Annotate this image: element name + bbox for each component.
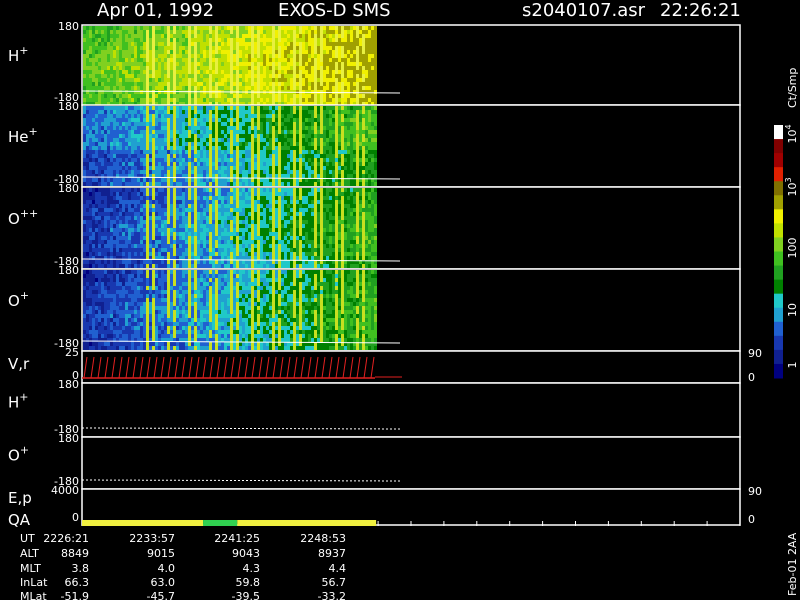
panel-label-secondary: QA [8,511,31,529]
table-row-label: InLat [20,576,48,589]
r-tick-max: 90 [748,485,762,498]
qa-segment [237,520,377,526]
panel-label: O++ [8,207,38,228]
header-instrument: EXOS-D SMS [278,0,391,21]
table-cell: -51.9 [61,590,89,600]
colorbar-unit: Ct/Smp [786,68,799,108]
panel-frame [81,436,741,490]
colorbar-tick: 100 [786,238,799,259]
colorbar-swatch [774,321,783,337]
table-cell: 2226:21 [43,532,89,545]
header-time: 22:26:21 [660,0,741,21]
y-tick-max: 180 [58,182,79,195]
colorbar-swatch [774,349,783,365]
colorbar-tick: 103 [784,177,799,196]
table-cell: 3.8 [72,562,90,575]
y-tick-max: 180 [58,100,79,113]
panel-oplus2: 180-180O+ [8,432,741,490]
panel-oplusplus: 180-180O++ [8,182,741,270]
colorbar: 1 10 100 103 104 [774,124,799,379]
colorbar-tick: 104 [784,124,799,143]
colorbar-swatch [774,223,783,238]
colorbar-swatch [774,363,783,379]
spectrogram [83,26,377,106]
y-tick-min: 0 [72,511,79,524]
header-file: s2040107.asr [522,0,646,21]
orbit-table: UT ALT MLTInLatMLat 2226:21 8849 3.866.3-51.9… [20,532,346,600]
r-tick-max: 90 [748,347,762,360]
colorbar-swatch [774,181,783,196]
panel-vr: 250900V,r [8,346,762,384]
panel-label: H+ [8,390,29,411]
table-cell: 9043 [232,547,260,560]
panel-label: E,p [8,489,32,507]
table-cell: 2233:57 [129,532,175,545]
table-row-label: MLat [20,590,47,600]
table-cell: 56.7 [322,576,347,589]
colorbar-swatch [774,125,783,140]
table-cell: 4.0 [158,562,176,575]
table-cell: 4.3 [243,562,261,575]
y-tick-max: 180 [58,264,79,277]
exos-d-sms-figure: Apr 01, 1992 EXOS-D SMS s2040107.asr 22:… [8,0,799,600]
panel-frame [81,488,741,526]
table-row-label: MLT [20,562,41,575]
table-row-label: ALT [20,547,39,560]
table-cell: 59.8 [236,576,261,589]
y-tick-max: 4000 [51,484,79,497]
table-cell: 4.4 [329,562,347,575]
y-tick-max: 25 [65,346,79,359]
colorbar-swatch [774,279,783,295]
qa-bar [82,520,377,526]
r-tick-min: 0 [748,513,755,526]
colorbar-swatch [774,139,783,154]
panel-label: O+ [8,289,29,310]
panel-label: H+ [8,44,29,65]
header-date: Apr 01, 1992 [97,0,214,21]
colorbar-swatch [774,307,783,323]
table-cell: 8937 [318,547,346,560]
y-tick-max: 180 [58,432,79,445]
panel-heplus: 180-180He+ [8,100,741,188]
colorbar-swatch [774,335,783,351]
panel-label: He+ [8,125,38,146]
table-cell: 63.0 [151,576,176,589]
y-tick-max: 180 [58,378,79,391]
colorbar-swatch [774,293,783,309]
panel-stack: 180-180H+180-180He+180-180O++180-180O+25… [8,20,762,529]
panel-hplus2: 180-180H+ [8,378,741,438]
colorbar-tick: 10 [786,303,799,317]
panel-frame [81,382,741,438]
table-cell: -39.5 [232,590,260,600]
panel-oplus: 180-180O+ [8,264,741,352]
panel-label: V,r [8,355,30,373]
table-cell: 8849 [61,547,89,560]
r-tick-min: 0 [748,371,755,384]
colorbar-swatch [774,167,783,182]
footer-vertical-label: Feb-01 2AA [786,532,799,596]
table-cell: 2241:25 [214,532,260,545]
colorbar-swatch [774,153,783,168]
table-cell: 2248:53 [300,532,346,545]
table-cell: -45.7 [147,590,175,600]
qa-segment [82,520,204,526]
table-cell: -33.2 [318,590,346,600]
colorbar-swatch [774,209,783,224]
table-cell: 9015 [147,547,175,560]
spectrogram [83,270,377,350]
colorbar-tick: 1 [786,362,799,369]
spectrogram [83,106,377,186]
y-tick-max: 180 [58,20,79,33]
colorbar-swatch [774,237,783,252]
colorbar-swatch [774,195,783,210]
spectrogram [83,188,377,268]
panel-label: O+ [8,443,29,464]
table-row-label: UT [20,532,35,545]
colorbar-swatch [774,251,783,267]
qa-segment [203,520,238,526]
panel-hplus: 180-180H+ [8,20,741,106]
table-cell: 66.3 [65,576,90,589]
colorbar-swatch [774,265,783,281]
